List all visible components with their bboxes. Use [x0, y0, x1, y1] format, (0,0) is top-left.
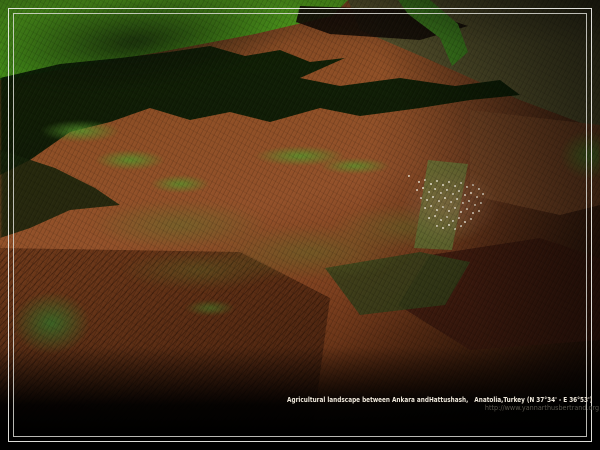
photo-frame-inner: [13, 13, 587, 437]
caption-url: http://www.yannarthusbertrand.org: [485, 405, 599, 413]
wallpaper: Agricultural landscape between Ankara an…: [0, 0, 600, 450]
